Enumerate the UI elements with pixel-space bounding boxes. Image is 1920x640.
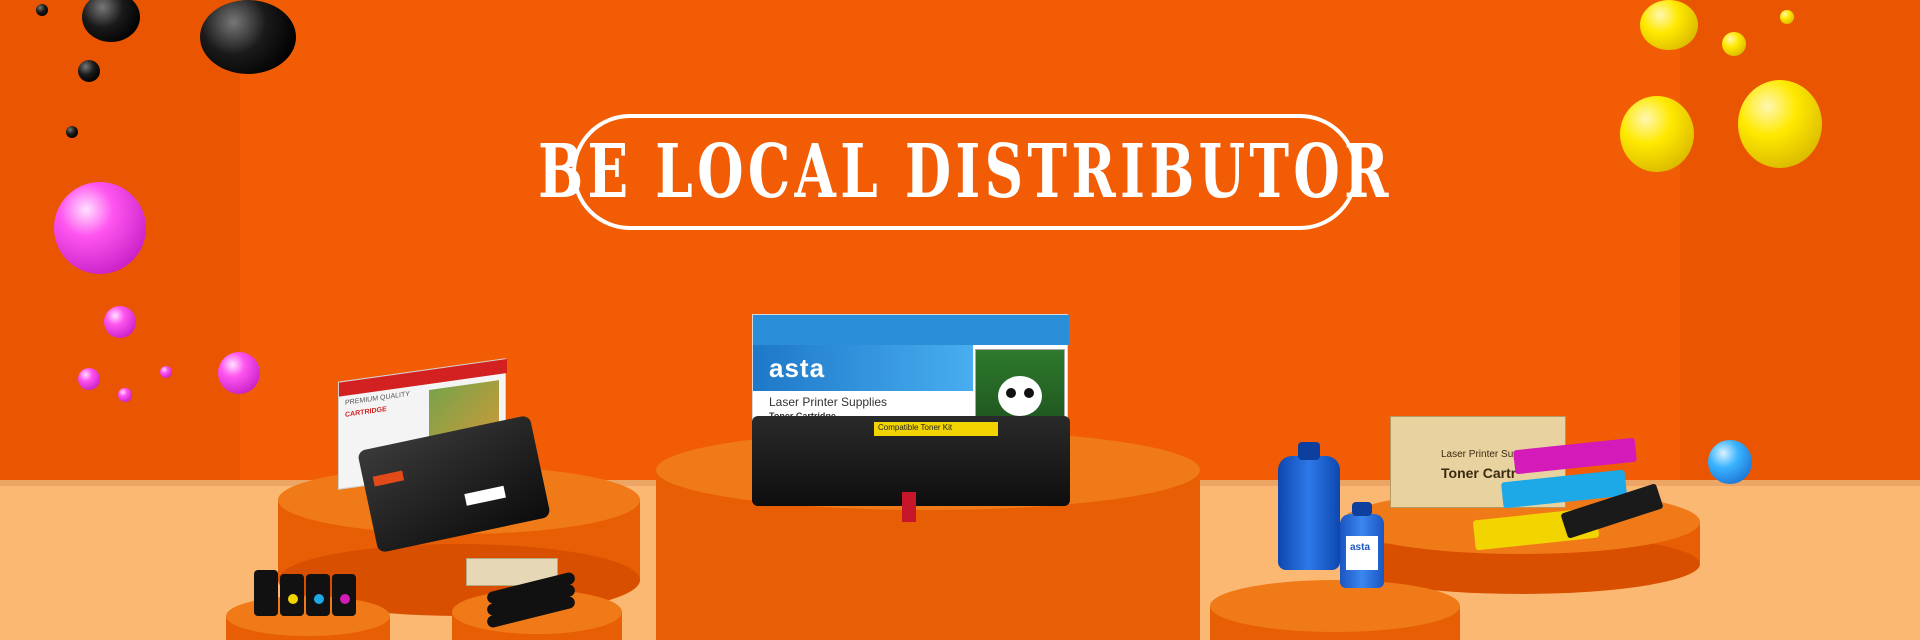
black-ink-drop <box>78 60 100 82</box>
banner-title: BE LOCAL DISTRIBUTOR <box>537 129 1393 215</box>
bottom-right-podium <box>1210 580 1460 640</box>
magenta-dot-icon <box>340 594 350 604</box>
black-ink-drop <box>200 0 296 74</box>
asta-toner-cartridge: Compatible Toner Kit <box>752 416 1070 522</box>
cartridge-label-text: Compatible Toner Kit <box>878 423 953 432</box>
yellow-ink-drop <box>1722 32 1746 56</box>
box-top-stripe <box>753 315 1069 345</box>
magenta-ink-drop <box>78 368 100 390</box>
panda-face-icon <box>998 376 1042 416</box>
magenta-ink-drop <box>118 388 132 402</box>
small-toner-set <box>254 570 360 616</box>
cyan-dot-icon <box>314 594 324 604</box>
magenta-ink-drop <box>104 306 136 338</box>
black-ink-drop <box>36 4 48 16</box>
box-brand-logo: asta <box>769 353 826 383</box>
cartridge-orange-strip <box>372 470 405 487</box>
small-toner-bottle: asta <box>1340 502 1384 588</box>
small-bottle-cap <box>1352 502 1372 516</box>
bottle-brand: asta <box>1350 542 1371 553</box>
yellow-ink-drop <box>1640 0 1698 50</box>
yellow-ink-drop <box>1780 10 1794 24</box>
bottle-cap <box>1298 442 1320 460</box>
box-line-1: Laser Printer Supplies <box>769 395 888 409</box>
left-box-line-2: CARTRIDGE <box>345 405 387 419</box>
cartridge-red-tab <box>902 492 916 522</box>
title-banner: BE LOCAL DISTRIBUTOR <box>538 114 1388 230</box>
toner-tube-set <box>466 558 577 629</box>
yellow-dot-icon <box>288 594 298 604</box>
yellow-ink-drop <box>1620 96 1694 172</box>
magenta-ink-drop <box>218 352 260 394</box>
promo-banner: BE LOCAL DISTRIBUTOR asta Laser Printer … <box>0 0 1920 640</box>
right-box-line-2: Toner Cartr <box>1441 465 1517 481</box>
black-ink-drop <box>66 126 78 138</box>
yellow-ink-drop <box>1738 80 1822 168</box>
magenta-ink-drop <box>54 182 146 274</box>
magenta-ink-drop <box>160 366 172 378</box>
cartridge-sticker <box>464 485 506 506</box>
cyan-ink-drop <box>1708 440 1752 484</box>
large-toner-bottle <box>1278 442 1340 570</box>
